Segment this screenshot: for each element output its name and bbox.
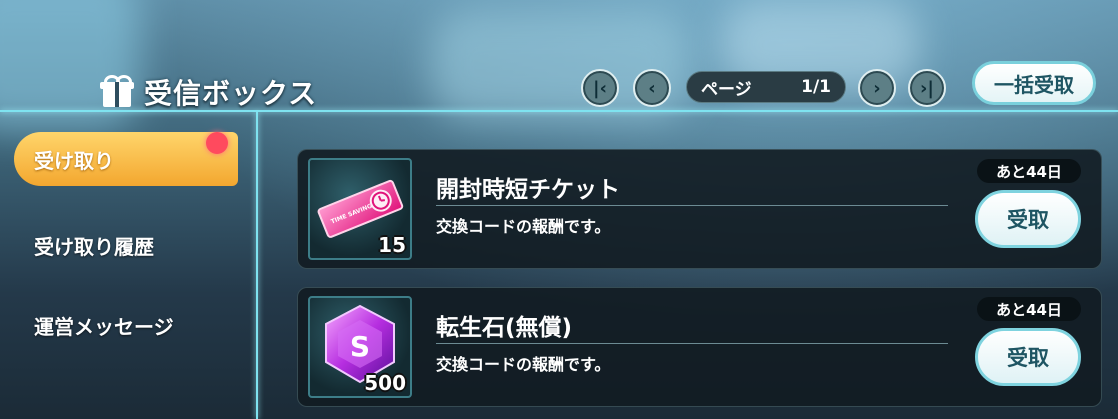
page-title: 受信ボックス (100, 72, 317, 112)
reward-item: S 500 転生石(無償) 交換コードの報酬です。 あと44日 受取 (297, 287, 1102, 407)
stone-glyph: S (350, 330, 370, 363)
sidebar: 受け取り 受け取り履歴 運営メッセージ (0, 112, 258, 419)
page-label: ページ (701, 79, 752, 100)
next-page-button[interactable]: › (858, 69, 896, 107)
page-title-text: 受信ボックス (144, 77, 318, 110)
chevron-right-icon: › (873, 77, 881, 99)
prev-page-button[interactable]: ‹ (633, 69, 671, 107)
chevron-left-icon: ‹ (648, 77, 656, 99)
reward-thumbnail: TIME SAVING 15 (308, 158, 412, 260)
remaining-days-badge: あと44日 (977, 159, 1081, 183)
first-page-icon: |‹ (593, 77, 607, 99)
divider (436, 343, 948, 344)
bulk-claim-button[interactable]: 一括受取 (972, 61, 1096, 105)
last-page-icon: ›| (920, 77, 934, 99)
first-page-button[interactable]: |‹ (581, 69, 619, 107)
reward-description: 交換コードの報酬です。 (436, 355, 611, 374)
remaining-days-badge: あと44日 (977, 297, 1081, 321)
claim-button[interactable]: 受取 (975, 328, 1081, 386)
reward-item: TIME SAVING 15 開封時短チケット 交換コードの報酬です。 あと44… (297, 149, 1102, 269)
divider (436, 205, 948, 206)
reward-quantity: 15 (378, 233, 406, 257)
last-page-button[interactable]: ›| (908, 69, 946, 107)
reward-description: 交換コードの報酬です。 (436, 217, 611, 236)
tab-receive-history[interactable]: 受け取り履歴 (0, 218, 154, 272)
tab-receive[interactable]: 受け取り (14, 132, 238, 186)
tab-receive-history-label: 受け取り履歴 (34, 234, 154, 259)
claim-button[interactable]: 受取 (975, 190, 1081, 248)
notification-badge (206, 132, 228, 154)
tab-admin-messages-label: 運営メッセージ (34, 314, 174, 339)
reward-thumbnail: S 500 (308, 296, 412, 398)
reward-quantity: 500 (364, 371, 406, 395)
tab-receive-label: 受け取り (34, 148, 114, 173)
reward-name: 開封時短チケット (436, 177, 620, 203)
gift-icon (100, 75, 134, 109)
page-value: 1/1 (801, 77, 831, 97)
reward-name: 転生石(無償) (436, 315, 573, 341)
tab-admin-messages[interactable]: 運営メッセージ (0, 298, 174, 352)
page-indicator: ページ 1/1 (686, 71, 846, 103)
